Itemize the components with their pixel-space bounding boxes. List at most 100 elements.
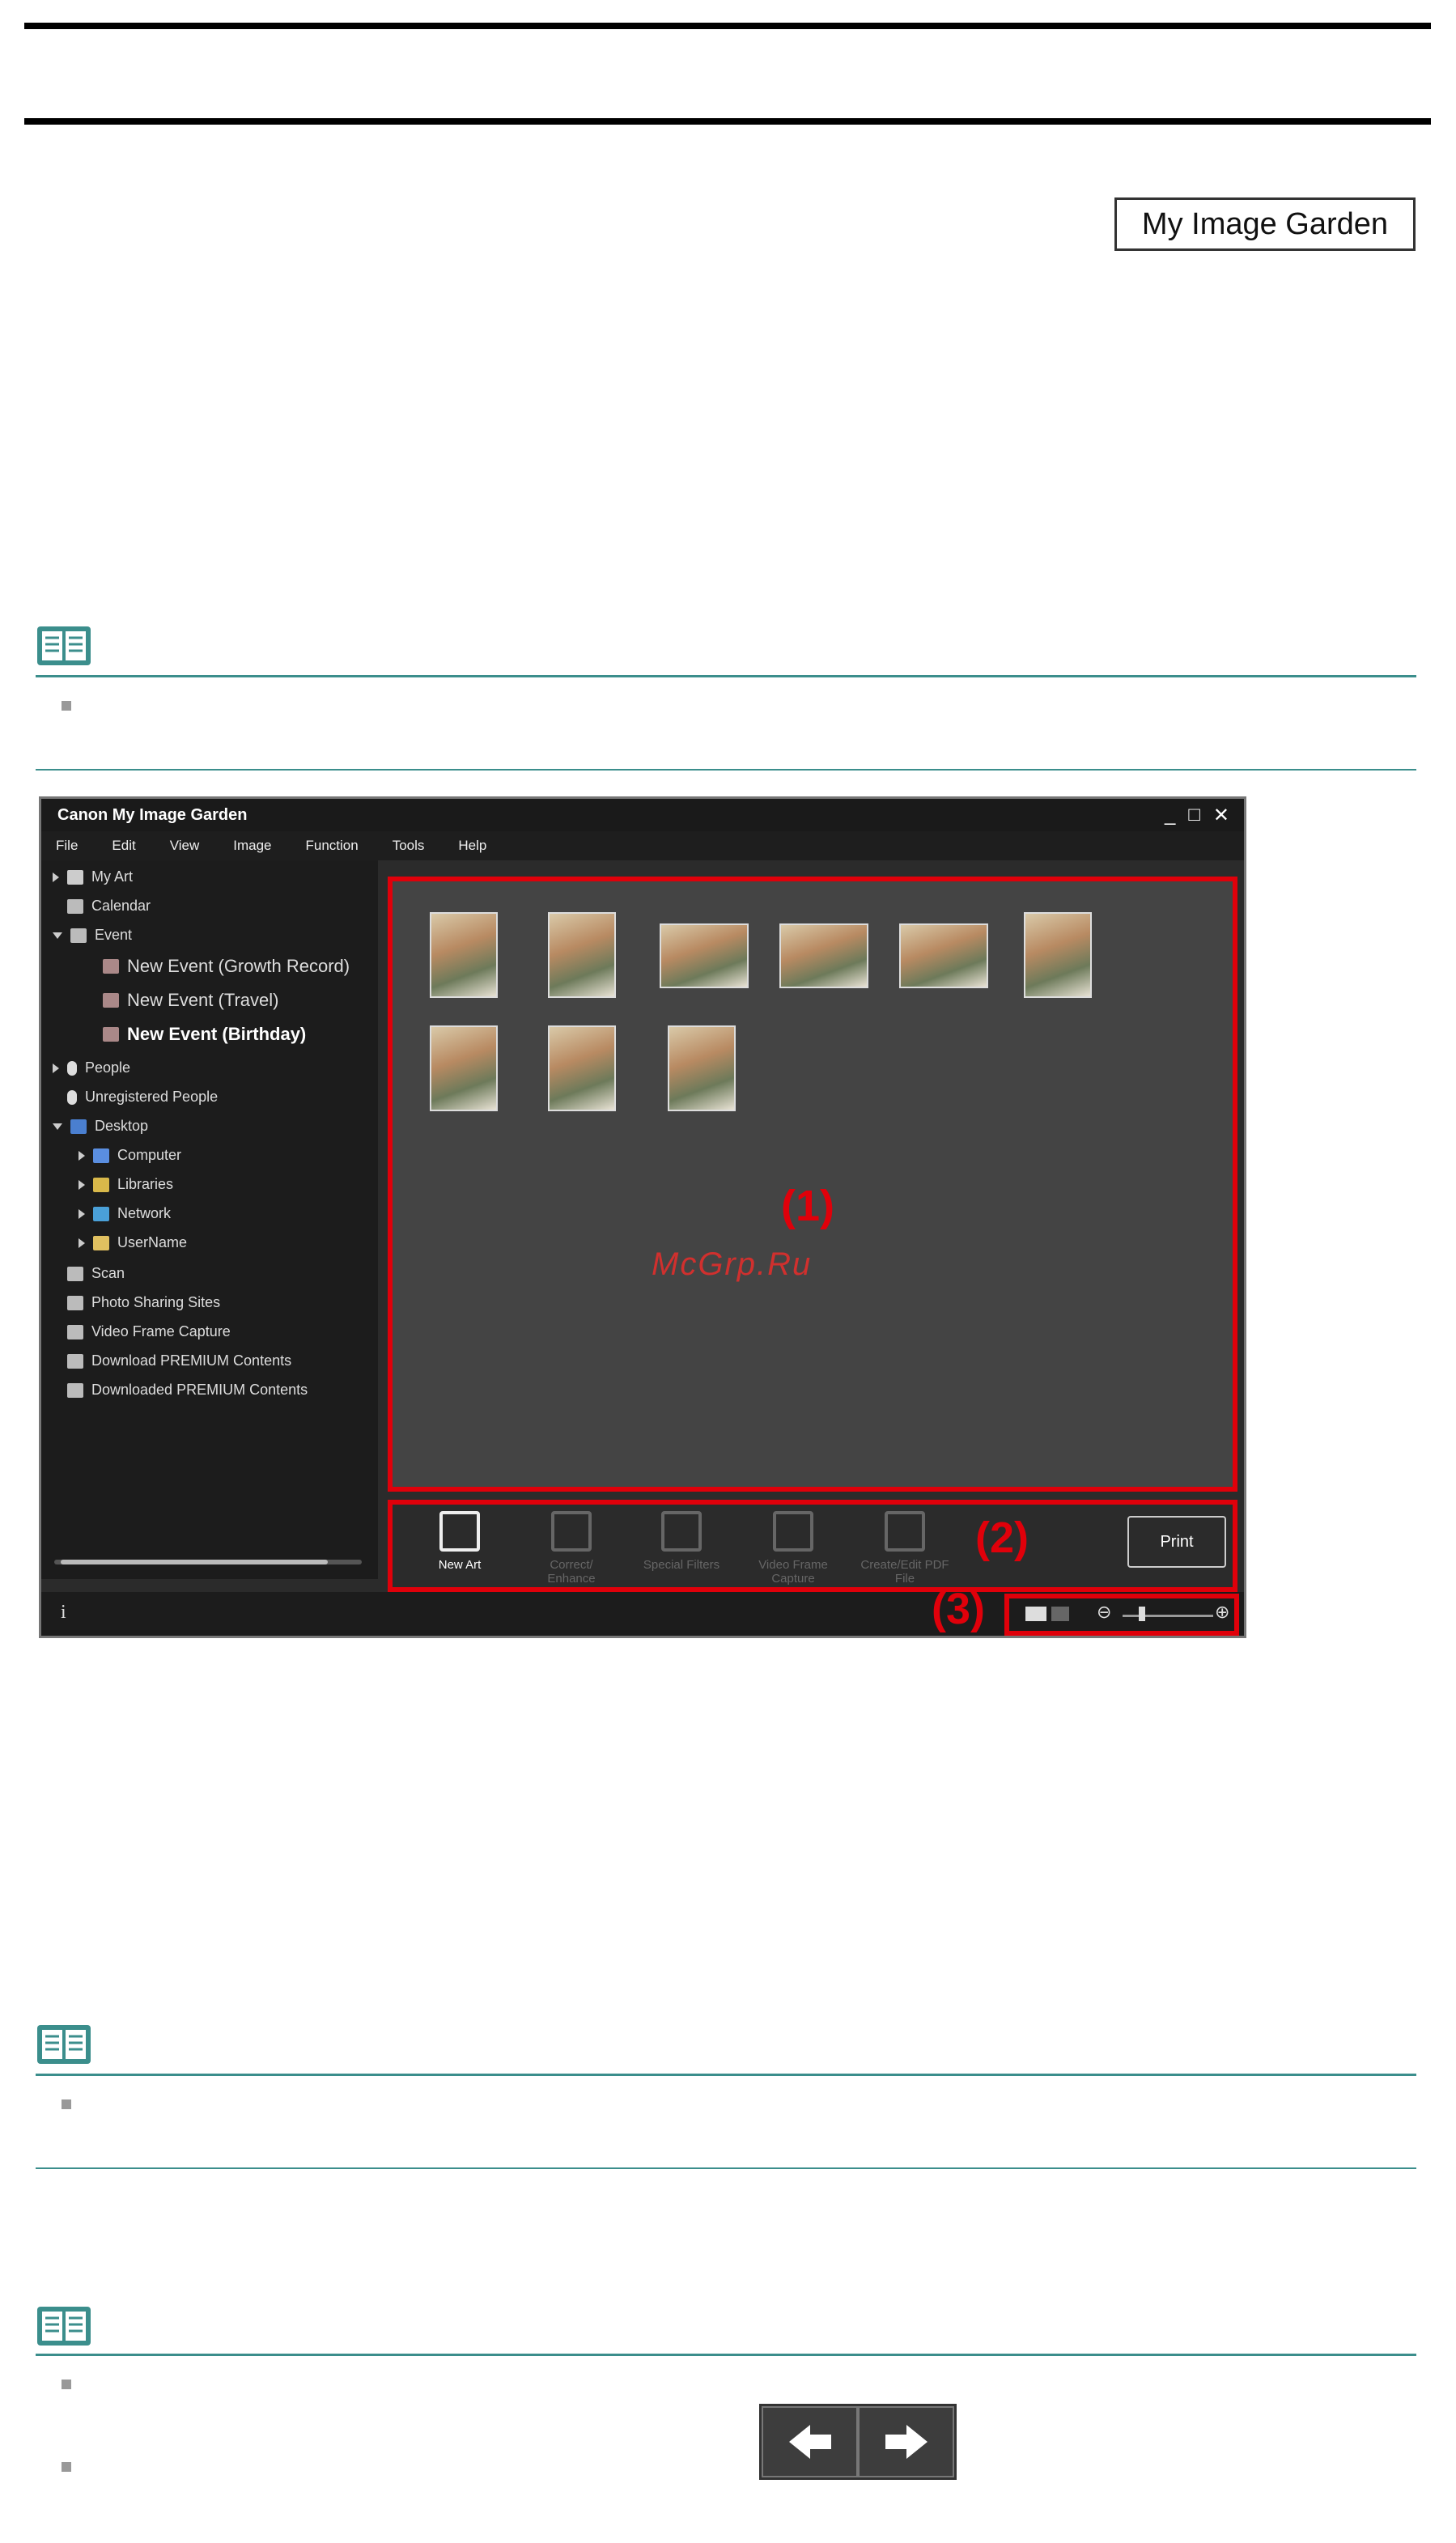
correct-enhance-button[interactable]: Correct/ Enhance [527,1511,616,1586]
sidebar-item-downloaded-premium[interactable]: Downloaded PREMIUM Contents [67,1382,308,1399]
sidebar-item-download-premium[interactable]: Download PREMIUM Contents [67,1352,291,1369]
sidebar-item-my-art[interactable]: My Art [53,868,133,885]
sidebar-item-photo-sharing[interactable]: Photo Sharing Sites [67,1294,220,1311]
note-rule [36,675,1416,677]
event-icon [70,928,87,943]
content-area: (1) [388,877,1237,1492]
note-icon [36,623,92,669]
previous-page-button[interactable] [762,2406,858,2477]
note-end-rule [36,769,1416,771]
person-icon [67,1060,77,1076]
zoom-slider-handle[interactable] [1139,1607,1145,1621]
sidebar-item-network[interactable]: Network [79,1205,171,1222]
sidebar-item-birthday[interactable]: New Event (Birthday) [103,1024,306,1045]
close-icon[interactable]: ✕ [1213,804,1229,827]
user-folder-icon [93,1235,109,1250]
video-capture-icon [67,1324,83,1339]
photo-thumbnail[interactable] [899,923,988,988]
expand-arrow-icon[interactable] [79,1208,85,1219]
arrow-left-icon [788,2425,831,2459]
menu-help[interactable]: Help [458,838,486,854]
menu-function[interactable]: Function [306,838,359,854]
new-art-icon [439,1511,480,1552]
sidebar-item-people[interactable]: People [53,1059,130,1076]
scan-icon [67,1266,83,1281]
list-view-icon[interactable] [1051,1607,1069,1621]
network-icon [93,1206,109,1221]
menu-tools[interactable]: Tools [393,838,425,854]
note-end-rule [36,2167,1416,2169]
sidebar-item-video-capture[interactable]: Video Frame Capture [67,1323,231,1340]
sidebar-item-desktop[interactable]: Desktop [53,1118,148,1135]
info-icon[interactable]: i [61,1602,66,1624]
special-filters-icon [661,1511,702,1552]
zoom-slider-track[interactable] [1123,1615,1213,1617]
next-page-button[interactable] [858,2406,954,2477]
note-bullet [62,2462,71,2472]
sidebar-item-calendar[interactable]: Calendar [67,898,151,915]
my-image-garden-tag: My Image Garden [1114,197,1416,251]
photo-sharing-icon [67,1295,83,1310]
view-zoom-controls: ⊖ ⊕ [1004,1594,1239,1636]
pdf-icon [885,1511,925,1552]
sidebar-item-computer[interactable]: Computer [79,1147,181,1164]
event-photo-icon [103,959,119,974]
sidebar-item-growth-record[interactable]: New Event (Growth Record) [103,956,350,977]
photo-thumbnail[interactable] [430,1025,498,1111]
expand-arrow-icon[interactable] [79,1179,85,1190]
expand-arrow-icon[interactable] [79,1238,85,1248]
minimize-icon[interactable]: _ [1165,804,1175,827]
person-question-icon [67,1089,77,1105]
menu-bar: File Edit View Image Function Tools Help [41,831,1244,860]
maximize-icon[interactable]: □ [1188,804,1200,827]
area-label-2: (2) [975,1513,1029,1562]
sidebar-scrollbar[interactable] [54,1560,362,1564]
note-bullet [62,701,71,711]
menu-view[interactable]: View [170,838,200,854]
note-rule [36,2074,1416,2076]
create-edit-pdf-button[interactable]: Create/Edit PDF File [860,1511,949,1586]
note-icon [36,2022,92,2067]
note-bullet [62,2380,71,2389]
video-frame-capture-button[interactable]: Video Frame Capture [749,1511,838,1586]
menu-file[interactable]: File [56,838,78,854]
arrow-right-icon [885,2425,928,2459]
correct-enhance-icon [551,1511,592,1552]
area-label-1: (1) [781,1182,834,1230]
photo-thumbnail[interactable] [668,1025,736,1111]
header-rule [24,118,1431,125]
photo-thumbnail[interactable] [779,923,868,988]
note-rule [36,2354,1416,2356]
event-photo-icon [103,1027,119,1042]
sidebar-item-scan[interactable]: Scan [67,1265,125,1282]
note-bullet [62,2099,71,2109]
photo-thumbnail[interactable] [1024,912,1092,998]
expand-arrow-icon[interactable] [79,1150,85,1161]
collapse-arrow-icon[interactable] [53,932,62,939]
expand-arrow-icon[interactable] [53,1063,59,1073]
calendar-icon [67,898,83,914]
photo-thumbnail[interactable] [660,923,749,988]
top-rule [24,23,1431,29]
sidebar-item-libraries[interactable]: Libraries [79,1176,173,1193]
zoom-in-icon[interactable]: ⊕ [1215,1602,1229,1623]
view-toggle-icon[interactable] [1025,1607,1046,1621]
watermark: McGrp.Ru [652,1246,813,1282]
sidebar-item-event[interactable]: Event [53,927,132,944]
note-icon [36,2303,92,2349]
photo-thumbnail[interactable] [548,912,616,998]
new-art-button[interactable]: New Art [415,1511,504,1572]
special-filters-button[interactable]: Special Filters [637,1511,726,1572]
expand-arrow-icon[interactable] [53,872,59,882]
photo-thumbnail[interactable] [548,1025,616,1111]
sidebar-item-travel[interactable]: New Event (Travel) [103,990,278,1011]
menu-edit[interactable]: Edit [112,838,135,854]
print-button[interactable]: Print [1127,1516,1226,1568]
menu-image[interactable]: Image [233,838,271,854]
area-label-3: (3) [932,1585,985,1633]
zoom-out-icon[interactable]: ⊖ [1097,1602,1111,1623]
photo-thumbnail[interactable] [430,912,498,998]
sidebar-item-unregistered[interactable]: Unregistered People [67,1089,218,1106]
sidebar-item-username[interactable]: UserName [79,1234,187,1251]
collapse-arrow-icon[interactable] [53,1123,62,1130]
